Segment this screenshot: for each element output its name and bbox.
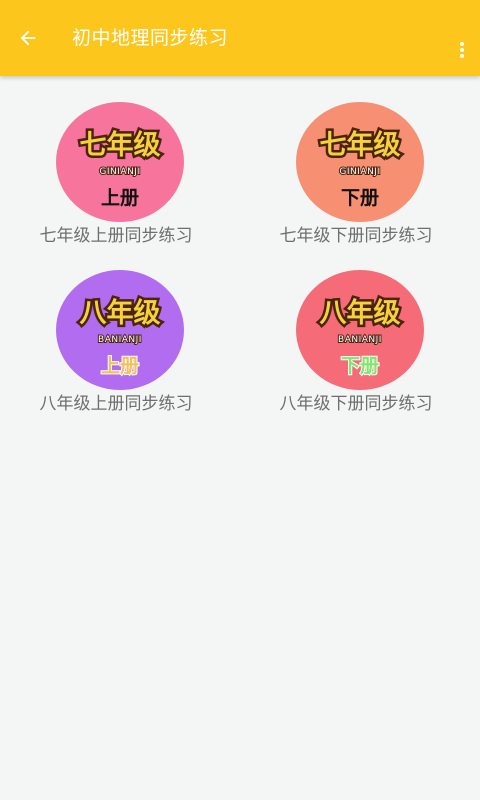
badge-term-text: 下册	[341, 355, 379, 377]
grade-card[interactable]: 八年级 BANIANJI 上册 八年级上册同步练习	[16, 270, 216, 420]
grade-badge: 七年级 GINIANJI 上册	[56, 102, 184, 222]
page-title: 初中地理同步练习	[72, 27, 229, 49]
badge-grade-text: 八年级	[320, 297, 401, 329]
grade-card-label: 八年级下册同步练习	[279, 394, 433, 414]
badge-pinyin-text: GINIANJI	[99, 167, 140, 177]
grade-card-label: 八年级上册同步练习	[39, 394, 193, 414]
grade-card-label: 七年级上册同步练习	[39, 226, 193, 246]
grade-badge: 七年级 GINIANJI 下册	[296, 102, 424, 222]
grade-badge: 八年级 BANIANJI 下册	[296, 270, 424, 390]
grade-card[interactable]: 七年级 GINIANJI 下册 七年级下册同步练习	[256, 102, 456, 252]
more-vertical-icon-dot	[460, 54, 464, 58]
badge-term-text: 下册	[341, 187, 379, 209]
grade-badge-art: 七年级 GINIANJI 上册	[56, 102, 184, 222]
badge-pinyin-text: BANIANJI	[98, 335, 142, 345]
badge-term-text: 上册	[101, 355, 139, 377]
badge-pinyin-text: BANIANJI	[338, 335, 382, 345]
grade-card-label: 七年级下册同步练习	[279, 226, 433, 246]
grade-badge-art: 八年级 BANIANJI 下册	[296, 270, 424, 390]
grade-card[interactable]: 八年级 BANIANJI 下册 八年级下册同步练习	[256, 270, 456, 420]
badge-grade-text: 七年级	[80, 129, 161, 161]
app-toolbar: 初中地理同步练习	[0, 0, 480, 76]
badge-term-text: 上册	[101, 187, 139, 209]
badge-pinyin-text: GINIANJI	[339, 167, 380, 177]
grade-badge-art: 七年级 GINIANJI 下册	[296, 102, 424, 222]
more-vertical-icon	[460, 42, 464, 46]
arrow-left-icon	[20, 30, 36, 46]
grade-badge: 八年级 BANIANJI 上册	[56, 270, 184, 390]
more-vertical-icon-dot	[460, 48, 464, 52]
badge-grade-text: 七年级	[320, 129, 401, 161]
badge-grade-text: 八年级	[80, 297, 161, 329]
grade-badge-art: 八年级 BANIANJI 上册	[56, 270, 184, 390]
app-screen: 初中地理同步练习 七年级 GINIANJI 上册 七年级上册同步练习 七年级 G…	[0, 0, 480, 800]
back-button[interactable]	[10, 26, 46, 50]
grade-card[interactable]: 七年级 GINIANJI 上册 七年级上册同步练习	[16, 102, 216, 252]
more-options-button[interactable]	[456, 36, 468, 60]
